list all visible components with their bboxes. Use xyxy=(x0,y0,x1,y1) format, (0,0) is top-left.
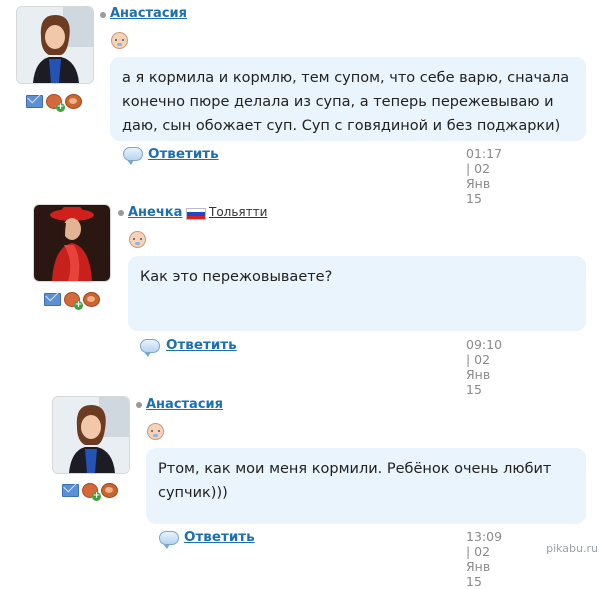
author-city[interactable]: Тольятти xyxy=(209,205,267,219)
comment-text: а я кормила и кормлю, тем супом, что себ… xyxy=(110,57,586,141)
baby-icon xyxy=(129,231,146,248)
gift-icon[interactable] xyxy=(83,291,100,307)
reply-icon[interactable] xyxy=(123,147,143,165)
reply-link[interactable]: Ответить xyxy=(166,337,237,353)
avatar[interactable] xyxy=(33,204,111,282)
comment-text: Как это пережовываете? xyxy=(128,256,586,331)
baby-icon xyxy=(111,32,128,49)
comment-timestamp: 09:10 | 02 Янв 15 xyxy=(466,337,503,397)
avatar-photo-icon xyxy=(53,397,129,473)
baby-icon xyxy=(147,423,164,440)
author-name[interactable]: Анастасия xyxy=(110,6,187,21)
gift-icon[interactable] xyxy=(101,482,118,498)
add-friend-icon[interactable] xyxy=(82,482,101,501)
avatar[interactable] xyxy=(52,396,130,474)
comment-timestamp: 01:17 | 02 Янв 15 xyxy=(466,146,503,206)
reply-link[interactable]: Ответить xyxy=(148,146,219,162)
online-dot-icon xyxy=(136,402,142,408)
add-friend-icon[interactable] xyxy=(46,93,65,112)
avatar[interactable] xyxy=(16,6,94,84)
reply-link[interactable]: Ответить xyxy=(184,529,255,545)
avatar-photo-icon xyxy=(17,7,93,83)
watermark: pikabu.ru xyxy=(546,542,598,555)
mail-icon[interactable] xyxy=(44,292,61,306)
author-name[interactable]: Анастасия xyxy=(146,397,223,412)
russia-flag-icon xyxy=(186,208,206,220)
user-actions xyxy=(62,482,118,501)
comment-timestamp: 13:09 | 02 Янв 15 xyxy=(466,529,503,589)
avatar-photo-icon xyxy=(34,205,110,281)
gift-icon[interactable] xyxy=(65,93,82,109)
comment-text: Ртом, как мои меня кормили. Ребёнок очен… xyxy=(146,448,586,524)
reply-icon[interactable] xyxy=(140,339,160,357)
user-actions xyxy=(44,291,100,310)
mail-icon[interactable] xyxy=(26,94,43,108)
online-dot-icon xyxy=(118,210,124,216)
reply-icon[interactable] xyxy=(159,531,179,549)
user-actions xyxy=(26,93,82,112)
add-friend-icon[interactable] xyxy=(64,291,83,310)
author-name[interactable]: Анечка xyxy=(128,205,182,220)
online-dot-icon xyxy=(100,12,106,18)
mail-icon[interactable] xyxy=(62,483,79,497)
